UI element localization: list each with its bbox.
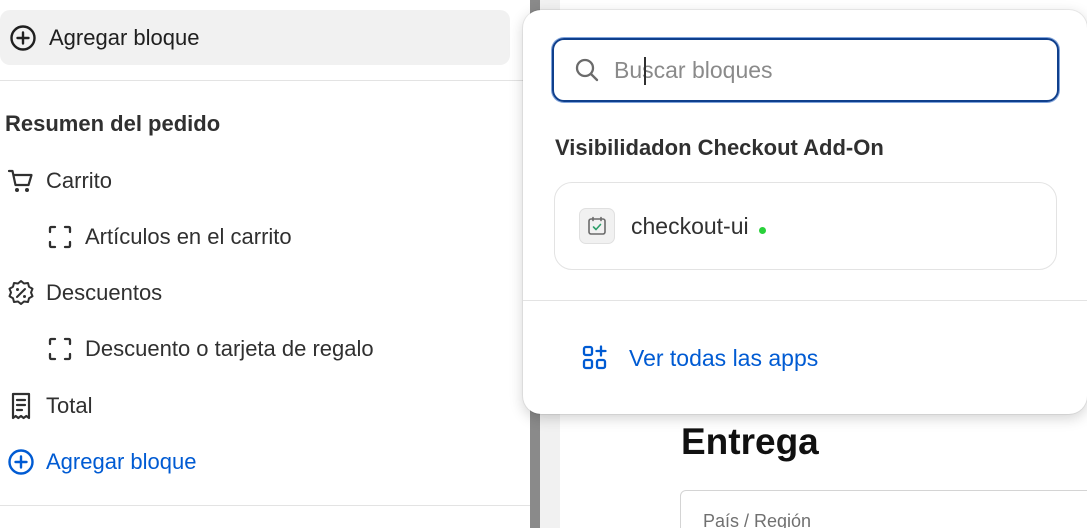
plus-circle-icon (10, 24, 36, 51)
cart-icon (6, 166, 36, 196)
divider (0, 505, 530, 506)
sidebar-item-label: Total (46, 393, 93, 418)
sidebar-item-discounts[interactable]: Descuentos (6, 276, 162, 310)
sidebar-item-cart[interactable]: Carrito (6, 164, 112, 198)
add-block-button-bottom[interactable]: Agregar bloque (6, 445, 196, 479)
apps-grid-icon (582, 345, 607, 370)
sidebar-item-discount-code[interactable]: Descuento o tarjeta de regalo (45, 332, 374, 366)
add-block-button-top[interactable]: Agregar bloque (0, 10, 510, 65)
country-select[interactable]: País / Región (680, 490, 1087, 528)
search-field[interactable] (552, 38, 1059, 102)
sidebar-item-label: Descuentos (46, 280, 163, 305)
sidebar-item-label: Carrito (46, 168, 113, 193)
section-title: Resumen del pedido (5, 111, 221, 136)
add-block-label: Agregar bloque (49, 24, 200, 50)
view-all-apps-label: Ver todas las apps (629, 344, 819, 371)
delivery-heading: Entrega (681, 421, 819, 462)
search-input[interactable] (614, 56, 1034, 84)
divider (523, 300, 1087, 301)
discount-icon (6, 278, 36, 308)
sidebar-item-label: Descuento o tarjeta de regalo (85, 336, 374, 361)
sidebar: Agregar bloque Resumen del pedido Carrit… (0, 0, 530, 528)
country-label: País / Región (703, 511, 812, 528)
text-caret (644, 57, 646, 85)
status-dot-icon (758, 226, 766, 234)
add-block-label: Agregar bloque (46, 449, 197, 474)
app-name: checkout-ui (631, 212, 749, 239)
sidebar-item-label: Artículos en el carrito (85, 224, 292, 249)
app-group-title: Visibilidadon Checkout Add-On (555, 135, 884, 160)
sidebar-item-cart-lines[interactable]: Artículos en el carrito (45, 220, 292, 254)
add-block-popover: Visibilidadon Checkout Add-On checkout-u… (523, 10, 1087, 414)
app-block-item[interactable]: checkout-ui (554, 182, 1057, 270)
receipt-icon (6, 391, 36, 421)
sidebar-item-total[interactable]: Total (6, 389, 92, 423)
view-all-apps-link[interactable]: Ver todas las apps (581, 340, 818, 376)
search-icon (575, 58, 599, 82)
block-placeholder-icon (45, 334, 75, 364)
divider (0, 80, 530, 81)
plus-circle-icon (6, 447, 36, 477)
block-placeholder-icon (45, 222, 75, 252)
app-icon (579, 208, 615, 244)
app-root: Agregar bloque Resumen del pedido Carrit… (0, 0, 1087, 528)
